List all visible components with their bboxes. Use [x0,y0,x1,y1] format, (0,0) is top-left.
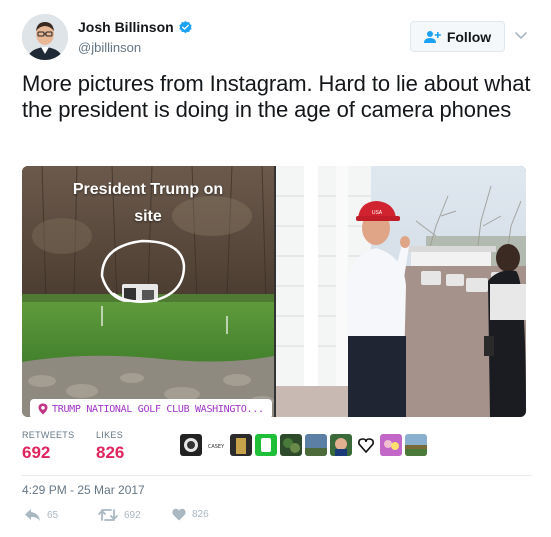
divider [22,475,532,476]
liker-avatar[interactable] [305,434,327,456]
liker-avatar[interactable] [180,434,202,456]
author-name-line: Josh Billinson [78,19,193,35]
photo-golf-course[interactable]: President Trump on site TRUMP NATIONAL G… [22,166,274,417]
tweet-actions: 65 692 826 [22,508,532,528]
liker-avatar[interactable] [255,434,277,456]
liker-avatar[interactable]: CASEY [205,434,227,456]
retweets-value: 692 [22,443,51,462]
tweet-stats: RETWEETS 692 LIKES 826 CASEY [22,430,532,470]
chevron-down-icon[interactable] [513,27,529,43]
retweets-stat[interactable]: RETWEETS 692 [22,430,74,463]
retweets-label: RETWEETS [22,430,75,440]
location-sticker: TRUMP NATIONAL GOLF CLUB WASHINGTO... [30,399,272,417]
heart-icon [172,508,186,521]
tweet-header: Josh Billinson @jbillinson Follow [22,14,532,62]
story-caption-line2: site [134,208,162,225]
liker-avatar[interactable] [280,434,302,456]
liker-badge-text: CASEY [208,444,225,450]
story-caption-line1: President Trump on [72,181,224,198]
tweet-timestamp[interactable]: 4:29 PM - 25 Mar 2017 [22,483,145,497]
hat-text: USA [372,210,383,216]
reply-icon [25,509,40,521]
liker-avatars: CASEY [180,434,427,456]
follow-button-label: Follow [446,28,492,45]
liker-avatar[interactable] [355,434,377,456]
tweet-text: More pictures from Instagram. Hard to li… [22,71,531,122]
story-caption: President Trump on site [22,176,274,230]
avatar[interactable] [22,14,68,60]
add-user-icon [423,30,441,43]
author-name[interactable]: Josh Billinson [78,19,174,35]
reply-count: 65 [47,509,59,521]
liker-avatar[interactable] [380,434,402,456]
tweet-media[interactable]: President Trump on site TRUMP NATIONAL G… [22,166,526,417]
retweet-count: 692 [124,509,141,521]
likes-label: LIKES [96,430,124,440]
likes-stat[interactable]: LIKES 826 [96,430,124,463]
location-sticker-text: TRUMP NATIONAL GOLF CLUB WASHINGTO... [52,403,264,415]
reply-button[interactable]: 65 [24,508,58,522]
liker-avatar[interactable] [405,434,427,456]
photo-trump-on-site[interactable]: USA [276,166,526,417]
follow-button[interactable]: Follow [410,21,505,52]
retweet-icon [98,509,118,521]
author-handle[interactable]: @jbillinson [78,40,141,55]
liker-avatar[interactable] [230,434,252,456]
retweet-button[interactable]: 692 [98,508,141,522]
liker-avatar[interactable] [330,434,352,456]
like-count: 826 [192,509,209,520]
location-pin-icon [38,403,48,415]
verified-badge-icon [179,20,192,33]
like-button[interactable]: 826 [172,508,209,521]
likes-value: 826 [96,443,125,462]
